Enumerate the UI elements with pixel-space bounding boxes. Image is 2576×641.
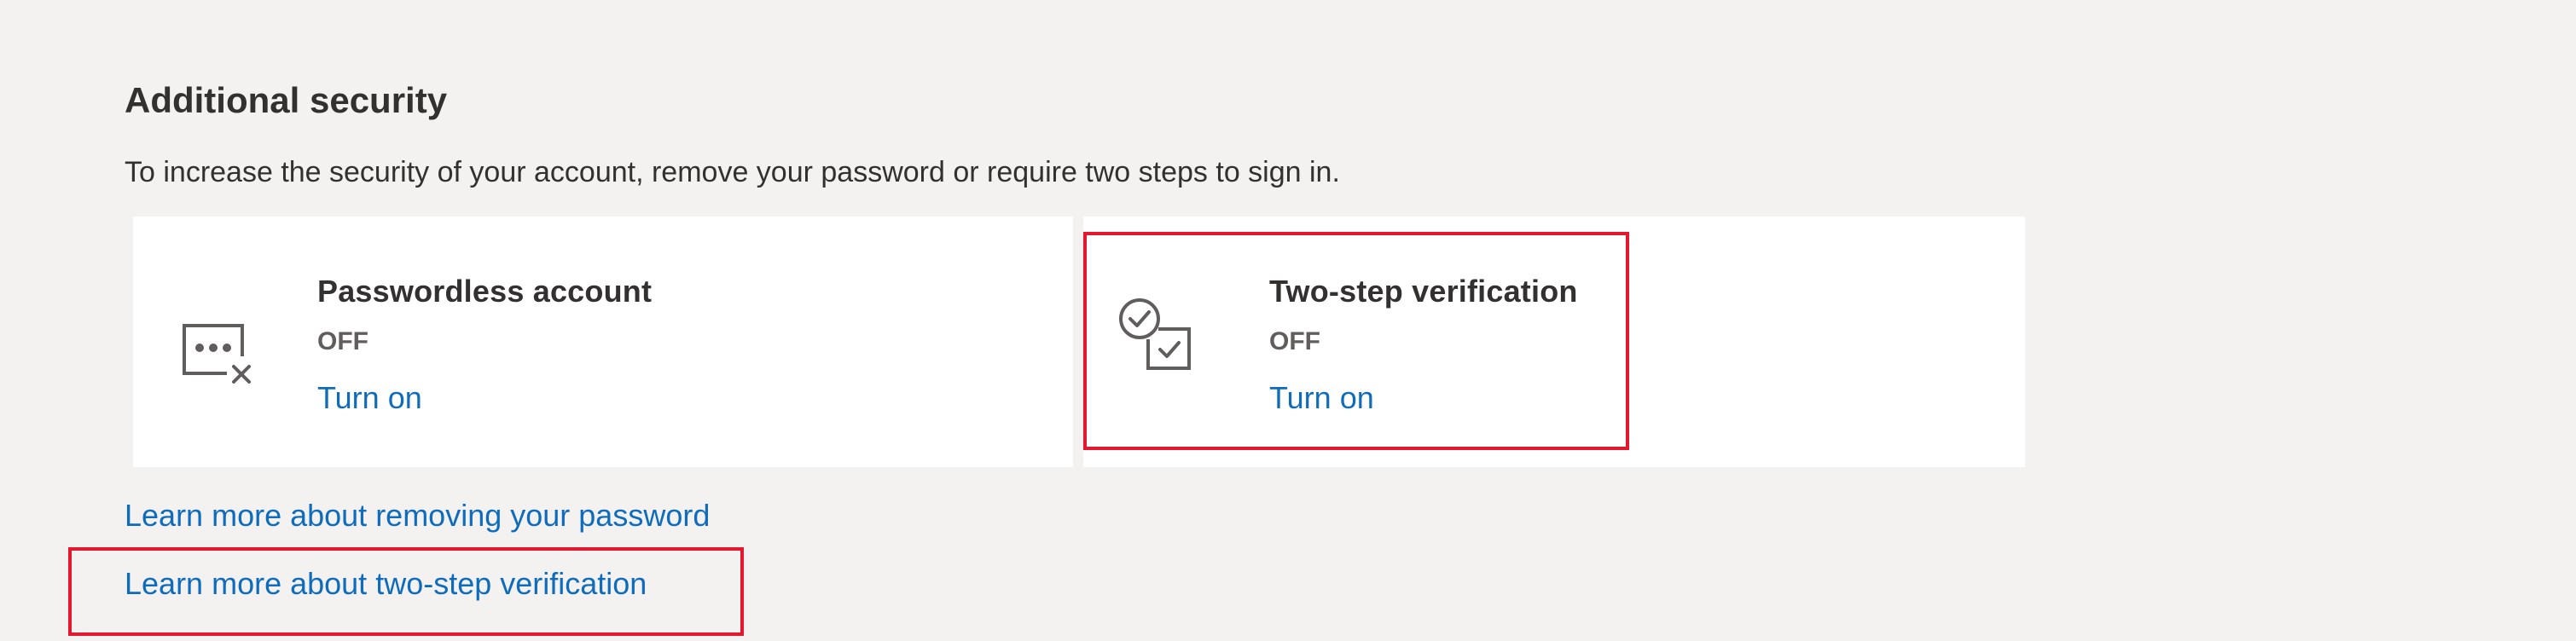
section-title: Additional security: [125, 80, 448, 120]
two-step-title: Two-step verification: [1269, 274, 1578, 309]
passwordless-title: Passwordless account: [317, 274, 653, 309]
two-step-status: OFF: [1269, 327, 1320, 355]
check-shapes-icon: [1119, 298, 1191, 370]
section-description: To increase the security of your account…: [125, 156, 1340, 188]
two-step-turn-on-link[interactable]: Turn on: [1269, 377, 1374, 419]
password-dots-x-icon: [183, 324, 251, 384]
passwordless-account-card: Passwordless account OFF Turn on: [133, 217, 1073, 467]
learn-more-remove-password-link[interactable]: Learn more about removing your password: [125, 494, 710, 537]
additional-security-page: Additional security To increase the secu…: [0, 0, 2576, 641]
two-step-verification-card: Two-step verification OFF Turn on: [1083, 217, 2025, 467]
passwordless-turn-on-link[interactable]: Turn on: [317, 377, 422, 419]
learn-more-two-step-link[interactable]: Learn more about two-step verification: [125, 563, 647, 605]
passwordless-status: OFF: [317, 327, 368, 355]
